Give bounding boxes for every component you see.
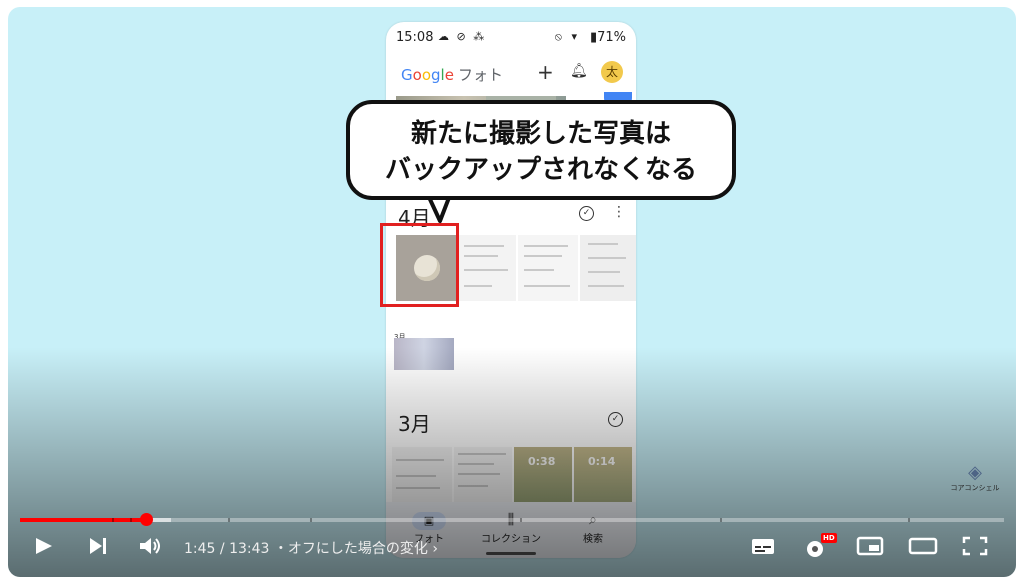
chapter-marker <box>310 518 312 522</box>
fullscreen-shape <box>962 536 988 556</box>
time-current: 1:45 <box>184 541 216 557</box>
volume-shape <box>140 538 160 554</box>
play-icon[interactable] <box>34 535 54 563</box>
time-display: 1:45 / 13:43 ・オフにした場合の変化 › <box>184 541 438 557</box>
progress-bar[interactable] <box>20 513 1004 526</box>
channel-watermark[interactable]: ◈ コアコンシェル <box>945 462 1005 493</box>
brand-name: コアコンシェル <box>950 484 1000 492</box>
chapter-marker <box>130 518 132 522</box>
next-shape <box>90 538 106 554</box>
callout-tail <box>424 187 454 223</box>
callout-text: 新たに撮影した写真は バックアップされなくなる <box>350 116 732 188</box>
hd-badge: HD <box>821 533 837 543</box>
callout-bubble: 新たに撮影した写真は バックアップされなくなる <box>346 100 736 200</box>
volume-icon[interactable] <box>138 535 164 563</box>
video-player[interactable]: 15:08 ☁ ⊘ ⁂ ⦸ ▾ ▮71% Google フォト + 🔔︎ 太 4月… <box>8 7 1016 577</box>
miniplayer-icon[interactable] <box>856 535 884 563</box>
miniplayer-shape <box>856 536 884 556</box>
next-icon[interactable] <box>88 535 110 563</box>
chevron-right-icon[interactable]: › <box>432 541 438 557</box>
fullscreen-icon[interactable] <box>962 535 988 563</box>
callout-line-2: バックアップされなくなる <box>384 155 697 185</box>
brand-logo-icon: ◈ <box>968 462 982 483</box>
chapter-marker <box>720 518 722 522</box>
chapter-marker <box>908 518 910 522</box>
theater-mode-icon[interactable] <box>908 535 938 563</box>
chapter-marker <box>520 518 522 522</box>
chapter-marker <box>228 518 230 522</box>
time-total: 13:43 <box>229 541 270 557</box>
scrubber-handle[interactable] <box>139 513 153 526</box>
theater-shape <box>908 537 938 555</box>
played-fill <box>20 518 146 522</box>
chapter-title[interactable]: ・オフにした場合の変化 <box>274 541 428 557</box>
subtitles-shape <box>752 539 774 554</box>
play-shape <box>36 538 52 554</box>
chapter-marker <box>112 518 114 522</box>
subtitles-icon[interactable] <box>750 535 776 563</box>
callout-line-1: 新たに撮影した写真は <box>410 119 671 149</box>
